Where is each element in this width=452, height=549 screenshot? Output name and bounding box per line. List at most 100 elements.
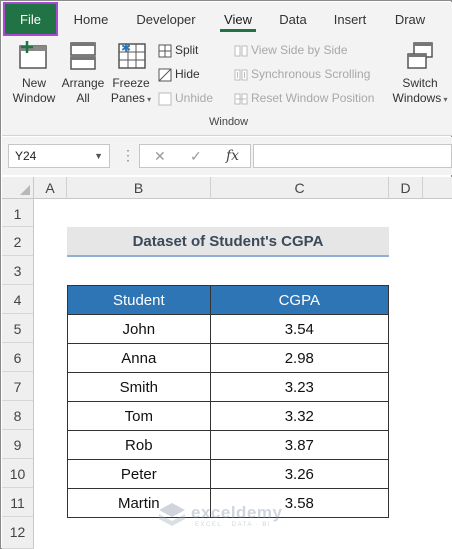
hide-button[interactable]: Hide: [158, 64, 200, 84]
worksheet-grid: A B C D 1 2 3 4 5 6 7 8 9 10 11 12 Datas…: [2, 177, 452, 549]
student-cell[interactable]: Tom: [67, 401, 211, 431]
unhide-icon: [158, 92, 172, 106]
freeze-panes-button[interactable]: ✱ Freeze Panes ▾: [108, 40, 154, 107]
select-all-corner[interactable]: [2, 177, 34, 199]
row-header-11[interactable]: 11: [2, 488, 34, 517]
switch-windows-icon: [407, 42, 433, 69]
cgpa-cell[interactable]: 3.23: [209, 372, 390, 402]
formula-bar-grip-icon: ⋮: [121, 147, 135, 163]
name-box-value: Y24: [15, 149, 37, 163]
watermark-name: exceldemy: [191, 503, 283, 522]
tab-draw[interactable]: Draw: [388, 2, 432, 36]
formula-buttons: ✕ ✓ fx: [139, 144, 251, 168]
new-window-button[interactable]: New Window: [10, 40, 58, 106]
column-header-c[interactable]: C: [211, 177, 389, 199]
tab-data[interactable]: Data: [272, 2, 314, 36]
tab-view[interactable]: View: [216, 2, 260, 36]
cgpa-cell[interactable]: 3.26: [209, 459, 390, 489]
sync-scroll-icon: [234, 69, 248, 81]
row-header-8[interactable]: 8: [2, 401, 34, 430]
formula-bar: Y24 ▼ ⋮ ✕ ✓ fx: [2, 137, 452, 175]
table-row: Tom 3.32: [67, 401, 390, 431]
split-icon: [158, 44, 172, 58]
row-header-6[interactable]: 6: [2, 343, 34, 372]
cgpa-cell[interactable]: 3.87: [209, 430, 390, 460]
table-header-row: Student CGPA: [67, 285, 390, 315]
cgpa-header[interactable]: CGPA: [209, 285, 390, 315]
reset-window-position-button[interactable]: Reset Window Position: [234, 88, 374, 108]
row-header-9[interactable]: 9: [2, 430, 34, 459]
column-header-e[interactable]: [423, 177, 452, 199]
tab-insert[interactable]: Insert: [325, 2, 375, 36]
new-window-icon: [19, 41, 47, 69]
cgpa-cell[interactable]: 3.32: [209, 401, 390, 431]
unhide-button[interactable]: Unhide: [158, 88, 213, 108]
exceldemy-logo-icon: [159, 503, 185, 526]
switch-windows-label: Switch Windows: [392, 76, 442, 105]
student-cell[interactable]: Rob: [67, 430, 211, 460]
table-row: Smith 3.23: [67, 372, 390, 402]
side-by-side-icon: [234, 45, 248, 57]
formula-input[interactable]: [253, 144, 452, 168]
split-button[interactable]: Split: [158, 40, 198, 60]
svg-text:✱: ✱: [121, 41, 131, 55]
cgpa-cell[interactable]: 3.54: [209, 314, 390, 344]
student-cell[interactable]: Peter: [67, 459, 211, 489]
synchronous-scrolling-label: Synchronous Scrolling: [251, 67, 371, 81]
arrange-all-label: Arrange All: [61, 76, 105, 105]
row-header-10[interactable]: 10: [2, 459, 34, 488]
reset-position-icon: [234, 93, 248, 105]
row-header-4[interactable]: 4: [2, 285, 34, 314]
cgpa-cell[interactable]: 2.98: [209, 343, 390, 373]
column-header-a[interactable]: A: [34, 177, 67, 199]
column-header-d[interactable]: D: [389, 177, 423, 199]
chevron-down-icon: ▾: [441, 95, 448, 104]
row-header-1[interactable]: 1: [2, 199, 34, 227]
table-row: Rob 3.87: [67, 430, 390, 460]
table-row: Anna 2.98: [67, 343, 390, 373]
window-group-label: Window: [209, 116, 249, 128]
enter-icon[interactable]: ✓: [190, 146, 202, 166]
chevron-down-icon: ▾: [144, 95, 152, 104]
arrange-all-icon: [70, 42, 96, 70]
switch-windows-button[interactable]: Switch Windows ▾: [390, 40, 450, 107]
synchronous-scrolling-button[interactable]: Synchronous Scrolling: [234, 64, 370, 84]
unhide-label: Unhide: [175, 91, 214, 105]
name-box[interactable]: Y24 ▼: [8, 144, 110, 168]
row-header-2[interactable]: 2: [2, 227, 34, 256]
reset-window-position-label: Reset Window Position: [251, 91, 375, 105]
row-header-3[interactable]: 3: [2, 256, 34, 285]
insert-function-icon[interactable]: fx: [226, 146, 239, 166]
row-header-7[interactable]: 7: [2, 372, 34, 401]
arrange-all-button[interactable]: Arrange All: [60, 40, 106, 106]
freeze-panes-label: Freeze Panes: [110, 76, 150, 105]
student-cell[interactable]: John: [67, 314, 211, 344]
row-header-12[interactable]: 12: [2, 517, 34, 549]
table-row: John 3.54: [67, 314, 390, 344]
hide-icon: [158, 68, 172, 82]
column-header-b[interactable]: B: [67, 177, 211, 199]
table-row: Peter 3.26: [67, 459, 390, 489]
student-cgpa-table: Student CGPA John 3.54 Anna 2.98 Smith 3.23…: [67, 285, 390, 518]
ribbon-tab-bar: File Home Developer View Data Insert Dra…: [2, 2, 452, 36]
freeze-panes-icon: ✱: [118, 41, 146, 69]
chevron-down-icon[interactable]: ▼: [94, 145, 103, 167]
row-header-5[interactable]: 5: [2, 314, 34, 343]
split-label: Split: [175, 43, 199, 57]
student-cell[interactable]: Smith: [67, 372, 211, 402]
view-side-by-side-button[interactable]: View Side by Side: [234, 40, 348, 60]
exceldemy-watermark: exceldemy EXCEL · DATA · BI: [157, 501, 317, 531]
tab-home[interactable]: Home: [66, 2, 116, 36]
dataset-title[interactable]: Dataset of Student's CGPA: [67, 227, 389, 257]
watermark-tagline: EXCEL · DATA · BI: [195, 522, 272, 528]
ribbon-window-group: New Window Arrange All ✱ Freeze Panes ▾: [2, 36, 452, 136]
cancel-icon[interactable]: ✕: [154, 146, 166, 166]
tab-file[interactable]: File: [3, 2, 58, 36]
student-cell[interactable]: Anna: [67, 343, 211, 373]
tab-developer[interactable]: Developer: [128, 2, 204, 36]
excel-window: File Home Developer View Data Insert Dra…: [0, 0, 452, 549]
new-window-label: New Window: [12, 76, 56, 105]
student-header[interactable]: Student: [67, 285, 211, 315]
hide-label: Hide: [175, 67, 200, 81]
view-side-by-side-label: View Side by Side: [251, 43, 348, 57]
